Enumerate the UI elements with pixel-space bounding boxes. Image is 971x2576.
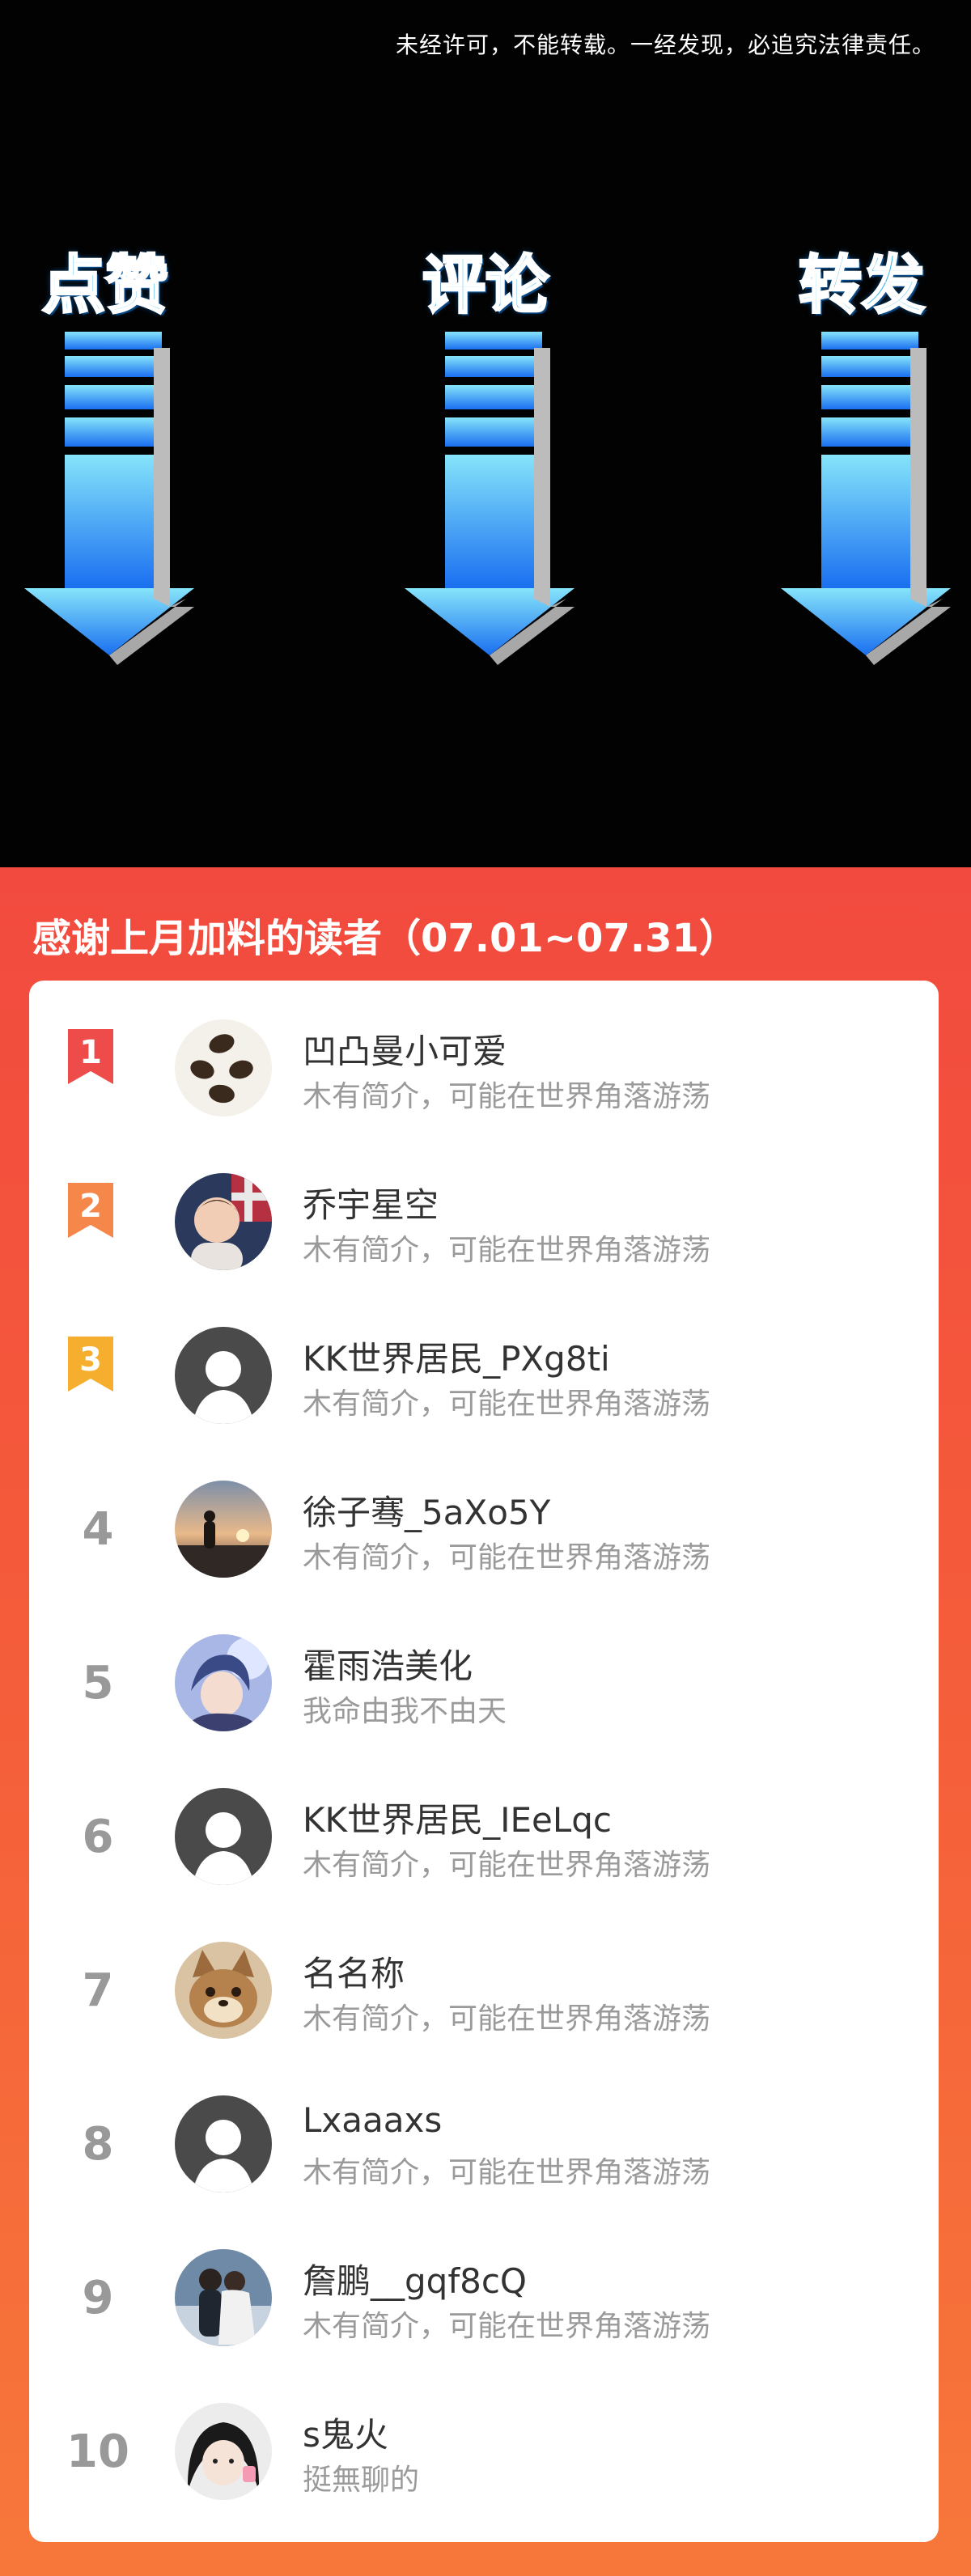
copyright-notice: 未经许可，不能转载。一经发现，必追究法律责任。 [395, 32, 935, 58]
reader-name[interactable]: 霍雨浩美化 [303, 1639, 473, 1688]
reader-bio: 挺無聊的 [303, 2464, 420, 2497]
svg-text:1: 1 [79, 1034, 102, 1071]
beans-avatar-icon[interactable] [175, 1019, 272, 1116]
anime-avatar-icon[interactable] [175, 1634, 272, 1731]
default-user-avatar-icon[interactable] [175, 2095, 272, 2193]
rank-number: 5 [82, 1657, 114, 1710]
reader-bio: 木有简介，可能在世界角落游荡 [303, 2310, 711, 2343]
comment-label: 评论 [421, 248, 549, 324]
list-item[interactable]: 2 乔宇星空 木有简介，可能在世界角落游荡 [29, 1142, 939, 1296]
reader-bio: 木有简介，可能在世界角落游荡 [303, 1080, 711, 1113]
reader-bio: 木有简介，可能在世界角落游荡 [303, 2002, 711, 2036]
rank-3-badge: 3 [68, 1337, 113, 1392]
list-item[interactable]: 3 KK世界居民_PXg8ti 木有简介，可能在世界角落游荡 [29, 1296, 939, 1450]
share-label: 转发 [797, 248, 926, 324]
reader-name[interactable]: 徐子骞_5aXo5Y [303, 1485, 550, 1535]
rank-1-badge: 1 [68, 1029, 113, 1084]
rank-number: 7 [82, 1964, 114, 2017]
list-item[interactable]: 6 KK世界居民_IEeLqc 木有简介，可能在世界角落游荡 [29, 1757, 939, 1911]
rank-number: 6 [82, 1811, 114, 1863]
default-user-avatar-icon[interactable] [175, 1327, 272, 1424]
rank-number: 9 [82, 2272, 114, 2324]
reader-name[interactable]: Lxaaaxs [303, 2100, 442, 2140]
list-item[interactable]: 4 徐子骞_5aXo5Y 木有简介，可能在世界角落游荡 [29, 1450, 939, 1604]
reader-name[interactable]: s鬼火 [303, 2408, 388, 2457]
list-item[interactable]: 8 Lxaaaxs 木有简介，可能在世界角落游荡 [29, 2065, 939, 2218]
reader-name[interactable]: 乔宇星空 [303, 1178, 439, 1227]
default-user-avatar-icon[interactable] [175, 1788, 272, 1885]
svg-text:2: 2 [79, 1188, 102, 1225]
reader-name[interactable]: 凹凸曼小可爱 [303, 1024, 507, 1074]
svg-text:3: 3 [79, 1341, 102, 1379]
couple-avatar-icon[interactable] [175, 2249, 272, 2346]
down-arrow-icon [781, 332, 951, 665]
action-banner: 未经许可，不能转载。一经发现，必追究法律责任。 点赞 评论 转发 [0, 0, 971, 867]
child-photo-avatar-icon[interactable] [175, 1173, 272, 1270]
reader-bio: 木有简介，可能在世界角落游荡 [303, 1849, 711, 1882]
down-arrow-icon [405, 332, 575, 665]
reader-bio: 木有简介，可能在世界角落游荡 [303, 2156, 711, 2189]
reader-name[interactable]: KK世界居民_PXg8ti [303, 1332, 610, 1381]
like-label: 点赞 [40, 248, 169, 324]
list-item[interactable]: 10 s鬼火 挺無聊的 [29, 2372, 939, 2526]
sunset-avatar-icon[interactable] [175, 1481, 272, 1578]
down-arrow-icon [24, 332, 194, 665]
reader-list: 1 凹凸曼小可爱 木有简介，可能在世界角落游荡 2 乔宇星空 木有简介，可能在世… [29, 981, 939, 2542]
reader-bio: 木有简介，可能在世界角落游荡 [303, 1234, 711, 1267]
rank-number: 10 [66, 2426, 129, 2478]
reader-name[interactable]: 名名称 [303, 1947, 405, 1996]
cartoon-cat-avatar-icon[interactable] [175, 1942, 272, 2039]
reader-name[interactable]: KK世界居民_IEeLqc [303, 1793, 612, 1842]
list-item[interactable]: 5 霍雨浩美化 我命由我不由天 [29, 1604, 939, 1757]
rank-number: 4 [82, 1503, 114, 1556]
rank-number: 8 [82, 2118, 114, 2171]
list-item[interactable]: 7 名名称 木有简介，可能在世界角落游荡 [29, 1911, 939, 2065]
list-item[interactable]: 9 詹鹏__gqf8cQ 木有简介，可能在世界角落游荡 [29, 2218, 939, 2372]
reader-bio: 木有简介，可能在世界角落游荡 [303, 1541, 711, 1574]
rank-2-badge: 2 [68, 1183, 113, 1238]
reader-bio: 木有简介，可能在世界角落游荡 [303, 1388, 711, 1421]
panel-title: 感谢上月加料的读者（07.01~07.31） [32, 916, 738, 961]
reader-thanks-panel: 感谢上月加料的读者（07.01~07.31） 1 凹凸曼小可爱 木有简介，可能在… [0, 867, 971, 2576]
girl-avatar-icon[interactable] [175, 2403, 272, 2500]
reader-bio: 我命由我不由天 [303, 1695, 507, 1728]
reader-name[interactable]: 詹鹏__gqf8cQ [303, 2254, 527, 2303]
list-item[interactable]: 1 凹凸曼小可爱 木有简介，可能在世界角落游荡 [29, 989, 939, 1142]
